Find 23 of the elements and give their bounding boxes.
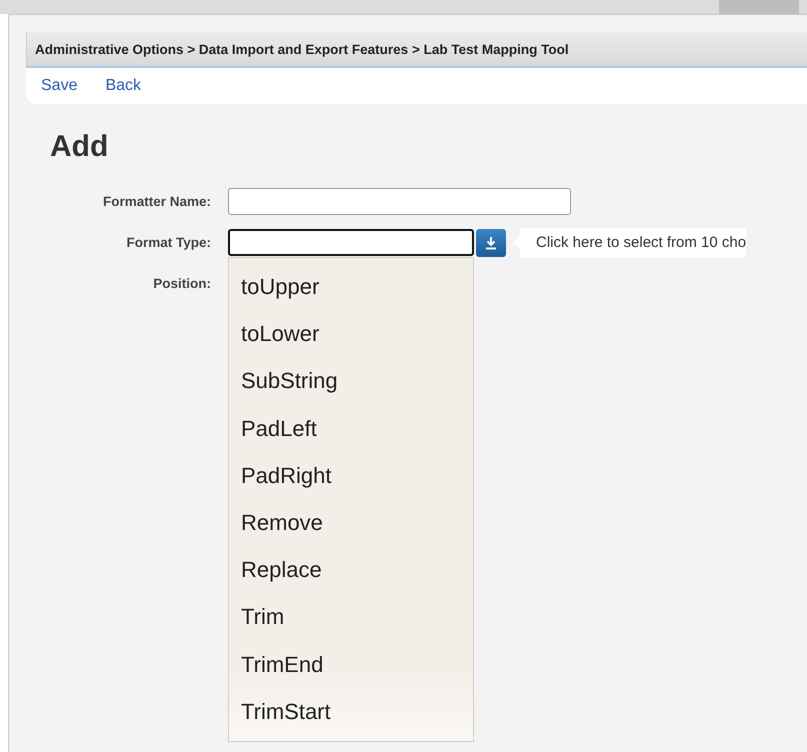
page-heading: Add — [50, 130, 110, 164]
input-field[interactable] — [228, 188, 571, 215]
field-label: Position: — [152, 275, 211, 293]
toolbar-link[interactable]: Back — [105, 77, 142, 95]
dropdown-option[interactable]: toUpper — [229, 263, 473, 310]
scrollbar-thumb[interactable] — [719, 0, 799, 14]
dropdown-option[interactable]: Replace — [229, 546, 473, 594]
dropdown-option[interactable]: SubString — [229, 357, 473, 405]
dropdown-option[interactable]: TrimStart — [229, 688, 473, 735]
dropdown-option[interactable]: PadRight — [229, 452, 473, 499]
dropdown-option[interactable]: PadLeft — [229, 404, 473, 452]
combo-field[interactable] — [228, 229, 474, 256]
tooltip: Click here to select from 10 cho — [513, 228, 746, 258]
dropdown-option[interactable]: TrimEnd — [229, 640, 473, 688]
breadcrumb: Administrative Options > Data Import and Export Features > Lab Test Mapping Tool — [26, 32, 807, 68]
dropdown-button[interactable] — [476, 228, 506, 256]
dropdown-option[interactable]: toLower — [229, 310, 473, 358]
field-label: Format Type: — [125, 234, 211, 252]
download-icon — [484, 236, 498, 250]
field-label: Formatter Name: — [102, 193, 211, 211]
dropdown-option[interactable]: Trim — [229, 593, 473, 640]
toolbar-link[interactable]: Save — [41, 77, 78, 95]
dropdown-option[interactable]: Remove — [229, 498, 473, 546]
